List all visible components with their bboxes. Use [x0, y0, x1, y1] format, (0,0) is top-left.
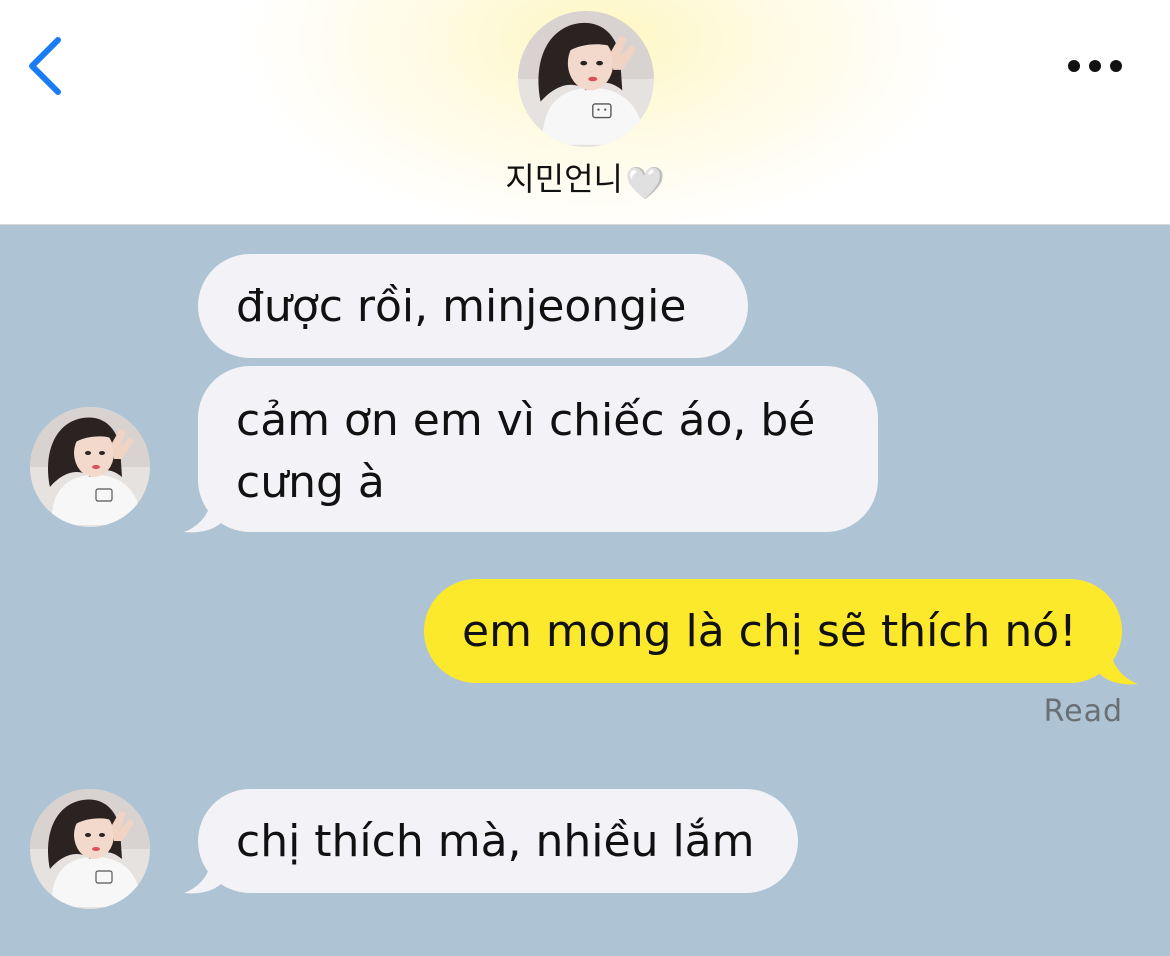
- message-bubble-incoming[interactable]: chị thích mà, nhiều lắm: [198, 789, 798, 893]
- sender-avatar[interactable]: [30, 789, 150, 909]
- message-text-line: cảm ơn em vì chiếc áo, bé: [236, 395, 816, 446]
- chat-header: 지민언니🤍: [0, 0, 1170, 225]
- contact-name[interactable]: 지민언니🤍: [0, 154, 1170, 202]
- ellipsis-icon: [1068, 60, 1122, 72]
- more-options-button[interactable]: [1058, 44, 1138, 88]
- profile-photo: [30, 789, 150, 909]
- message-text: em mong là chị sẽ thích nó!: [462, 606, 1077, 657]
- white-heart-icon: 🤍: [624, 164, 665, 202]
- profile-photo: [518, 11, 654, 147]
- bubble-tail: [184, 492, 226, 533]
- contact-name-text: 지민언니: [505, 160, 623, 198]
- message-text-line: cưng à: [236, 457, 385, 508]
- chat-screen: 지민언니🤍 được rồi, minjeongie cảm ơn em vì …: [0, 0, 1170, 956]
- bubble-tail: [184, 853, 226, 894]
- chevron-left-icon: [29, 37, 61, 95]
- sender-avatar[interactable]: [30, 407, 150, 527]
- back-button[interactable]: [20, 28, 76, 104]
- read-receipt: Read: [1043, 694, 1123, 729]
- message-text: được rồi, minjeongie: [236, 281, 687, 332]
- message-bubble-incoming[interactable]: được rồi, minjeongie: [198, 254, 748, 358]
- message-text: chị thích mà, nhiều lắm: [236, 816, 755, 867]
- bubble-tail: [1096, 644, 1138, 685]
- profile-photo: [30, 407, 150, 527]
- message-bubble-incoming[interactable]: cảm ơn em vì chiếc áo, bé cưng à: [198, 366, 878, 532]
- message-bubble-outgoing[interactable]: em mong là chị sẽ thích nó!: [424, 579, 1122, 683]
- contact-avatar[interactable]: [518, 11, 654, 147]
